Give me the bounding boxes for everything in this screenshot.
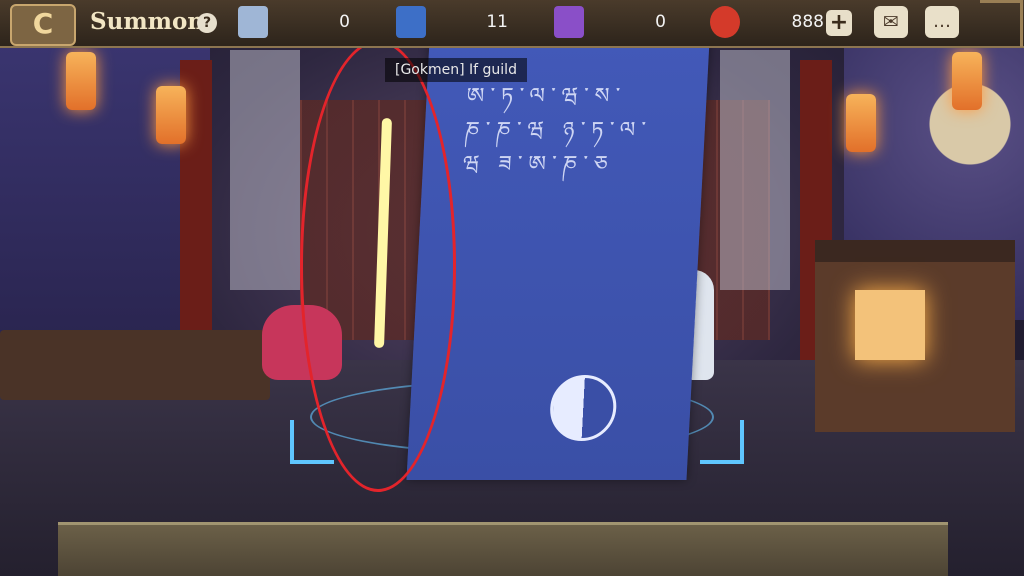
purple-ticket-icon [554, 6, 584, 38]
banner-script-text: ཨ་ཏ་ལ་ཝ་ས་ ཎ་ཎ་ཝ ཉ་ཏ་ལ་ཝ ཟ་ཨ་ཎ་ཅ [462, 84, 653, 177]
resource-value: 0 [655, 12, 666, 32]
resource-value: 888 [791, 12, 824, 32]
mail-icon[interactable]: ✉ [874, 6, 908, 38]
lantern-icon [66, 52, 96, 110]
red-magatama-icon [710, 6, 740, 38]
blue-ticket-icon [238, 6, 268, 38]
scroll-table [0, 330, 270, 400]
page-title: Summon [90, 8, 205, 35]
resource-summon-ticket[interactable]: 0 [238, 4, 350, 42]
lantern-icon [156, 86, 186, 144]
curtain-right [720, 50, 790, 290]
draw-area-corner-right [700, 420, 744, 464]
frame-corner [980, 0, 1023, 47]
yin-yang-icon [548, 375, 618, 441]
chat-notice: [Gokmen] If guild [385, 58, 527, 82]
resource-mystery-scroll[interactable]: 11 [396, 4, 508, 42]
back-button[interactable]: C [10, 4, 76, 46]
resource-magatama[interactable]: 888 [710, 4, 824, 42]
chat-icon[interactable]: … [925, 6, 959, 38]
lantern-icon [952, 52, 982, 110]
lantern-icon [846, 94, 876, 152]
night-sky-left [0, 40, 210, 340]
top-bar: C Summon ? 0 11 0 888 + ✉ … [0, 0, 1024, 48]
bottom-paper-tray[interactable] [58, 522, 948, 576]
blue-scroll-icon [396, 6, 426, 38]
resource-value: 11 [486, 12, 508, 32]
resource-value: 0 [339, 12, 350, 32]
resource-purple-ticket[interactable]: 0 [554, 4, 666, 42]
curtain-left [230, 50, 300, 290]
annotation-ellipse [300, 40, 456, 492]
add-magatama-button[interactable]: + [826, 10, 852, 36]
shrine-light [855, 290, 925, 360]
help-icon[interactable]: ? [197, 13, 217, 33]
summon-scene: ཨ་ཏ་ལ་ཝ་ས་ ཎ་ཎ་ཝ ཉ་ཏ་ལ་ཝ ཟ་ཨ་ཎ་ཅ [0, 0, 1024, 576]
